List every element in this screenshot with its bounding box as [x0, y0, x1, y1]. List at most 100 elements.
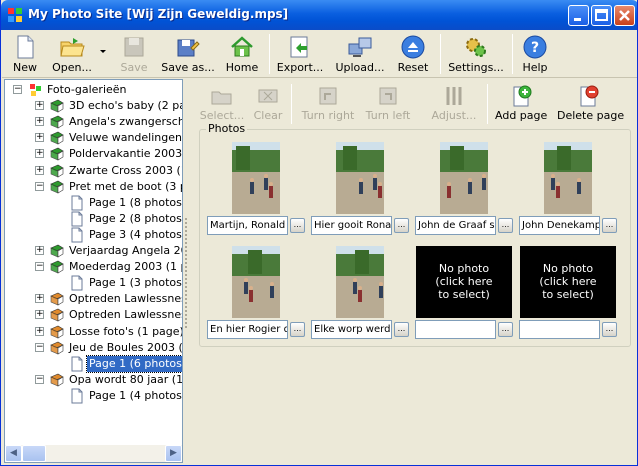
settings-button[interactable]: Settings...: [446, 32, 506, 76]
album-book-icon: [50, 115, 64, 129]
empty-photo-slot[interactable]: No photo (click here to select): [520, 246, 616, 318]
photo-thumbnail[interactable]: [232, 142, 280, 214]
photo-thumbnail-image: [336, 142, 384, 214]
photo-thumbnail[interactable]: [544, 142, 592, 214]
photo-caption-field[interactable]: John Denekamp: [519, 216, 600, 235]
album-book-icon: [50, 373, 64, 387]
export-button[interactable]: Export...: [274, 32, 326, 76]
album-book-icon: [50, 148, 64, 161]
help-label: Help: [522, 61, 548, 74]
new-button[interactable]: New: [8, 32, 42, 76]
reset-button[interactable]: Reset: [394, 32, 432, 76]
photo-thumbnail[interactable]: [232, 246, 280, 318]
tree-expander[interactable]: +: [35, 310, 44, 320]
page-icon: [71, 275, 83, 291]
tree-item-label: Losse foto's (1 page): [69, 324, 183, 338]
main-toolbar: New Open... Save Save as... Home Export.…: [2, 30, 637, 78]
caption-edit-button[interactable]: ...: [394, 218, 409, 233]
tree-expander[interactable]: +: [35, 117, 44, 127]
photo-caption-field[interactable]: Elke worp werd m: [311, 320, 392, 339]
caption-edit-button[interactable]: ...: [602, 322, 617, 337]
save-button[interactable]: Save: [114, 32, 154, 76]
tree-item-label: Jeu de Boules 2003 (1 page): [69, 340, 183, 354]
scroll-right-button[interactable]: ▶: [165, 445, 182, 462]
tree-item-label: Page 2 (8 photos): [89, 211, 183, 225]
select-button[interactable]: Select...: [199, 82, 245, 126]
open-label: Open...: [52, 61, 92, 74]
toolbar-separator: [269, 34, 270, 74]
photo-thumbnail[interactable]: [336, 246, 384, 318]
help-button[interactable]: ? Help: [518, 32, 552, 76]
turn-left-button[interactable]: Turn left: [363, 82, 413, 126]
select-folder-icon: [211, 91, 232, 105]
horizontal-scrollbar[interactable]: ◀ ▶: [5, 445, 182, 462]
photo-thumbnail[interactable]: [440, 142, 488, 214]
tree-item-label: Page 1 (3 photos): [89, 276, 183, 290]
gallery-tree[interactable]: −Foto-galerieën+3D echo's baby (2 pages)…: [4, 79, 183, 463]
album-book-icon: [50, 131, 64, 145]
add-page-button[interactable]: Add page: [495, 82, 547, 126]
tree-expander[interactable]: +: [35, 326, 44, 336]
photo-caption-field[interactable]: Hier gooit Ronald: [311, 216, 392, 235]
tree-expander[interactable]: +: [35, 165, 44, 175]
settings-label: Settings...: [448, 61, 504, 74]
window-title: My Photo Site [Wij Zijn Geweldig.mps]: [28, 7, 289, 21]
delete-page-label: Delete page: [557, 109, 625, 122]
tree-expander[interactable]: −: [35, 181, 44, 191]
open-button[interactable]: Open...: [48, 32, 96, 76]
open-folder-icon: [60, 38, 85, 57]
tree-item-label: Page 1 (8 photos): [89, 195, 183, 209]
empty-photo-slot[interactable]: No photo (click here to select): [416, 246, 512, 318]
page-icon: [71, 211, 83, 227]
maximize-button[interactable]: [591, 5, 612, 26]
add-page-label: Add page: [495, 109, 548, 122]
save-as-button[interactable]: Save as...: [158, 32, 218, 76]
settings-gear-icon: [466, 38, 486, 57]
tree-expander[interactable]: +: [35, 149, 44, 159]
photo-thumbnail-image: [232, 142, 280, 214]
clear-icon: [258, 89, 278, 103]
save-label: Save: [120, 61, 148, 74]
caption-edit-button[interactable]: ...: [602, 218, 617, 233]
page-icon: [71, 195, 83, 211]
scroll-left-button[interactable]: ◀: [5, 445, 22, 462]
toolbar-separator: [440, 34, 441, 74]
caption-edit-button[interactable]: ...: [498, 218, 513, 233]
tree-expander[interactable]: +: [35, 101, 44, 111]
photo-thumbnail[interactable]: [336, 142, 384, 214]
upload-button[interactable]: Upload...: [332, 32, 388, 76]
upload-label: Upload...: [335, 61, 385, 74]
tree-expander[interactable]: +: [35, 294, 44, 304]
photo-caption-field[interactable]: En hier Rogier du: [207, 320, 288, 339]
clear-button[interactable]: Clear: [253, 82, 283, 126]
home-button[interactable]: Home: [222, 32, 262, 76]
new-label: New: [13, 61, 37, 74]
maximize-icon: [595, 9, 608, 21]
photo-caption-field[interactable]: [415, 320, 496, 339]
tree-expander[interactable]: −: [13, 85, 22, 94]
title-bar[interactable]: My Photo Site [Wij Zijn Geweldig.mps]: [1, 0, 637, 30]
photo-caption-field[interactable]: John de Graaf speelt: [415, 216, 496, 235]
photo-caption-field[interactable]: [519, 320, 600, 339]
tree-expander[interactable]: −: [35, 342, 44, 352]
photo-caption-field[interactable]: Martijn, Ronald en: [207, 216, 288, 235]
scroll-thumb[interactable]: [22, 445, 46, 462]
tree-expander[interactable]: −: [35, 262, 44, 272]
caption-edit-button[interactable]: ...: [290, 218, 305, 233]
delete-page-button[interactable]: Delete page: [557, 82, 624, 126]
adjust-button[interactable]: Adjust...: [429, 82, 479, 126]
tree-expander[interactable]: +: [35, 133, 44, 143]
caption-edit-button[interactable]: ...: [498, 322, 513, 337]
caption-edit-button[interactable]: ...: [394, 322, 409, 337]
tree-item-label: Page 1 (4 photos): [89, 388, 183, 402]
save-as-label: Save as...: [161, 61, 215, 74]
minimize-button[interactable]: [568, 5, 589, 26]
tree-expander[interactable]: −: [35, 374, 44, 384]
select-label: Select...: [199, 109, 245, 122]
tree-expander[interactable]: +: [35, 246, 44, 255]
tree-root-label: Foto-galerieën: [47, 83, 127, 96]
close-button[interactable]: [614, 5, 635, 26]
turn-right-button[interactable]: Turn right: [299, 82, 357, 126]
no-photo-hint: to select): [438, 288, 490, 301]
caption-edit-button[interactable]: ...: [290, 322, 305, 337]
